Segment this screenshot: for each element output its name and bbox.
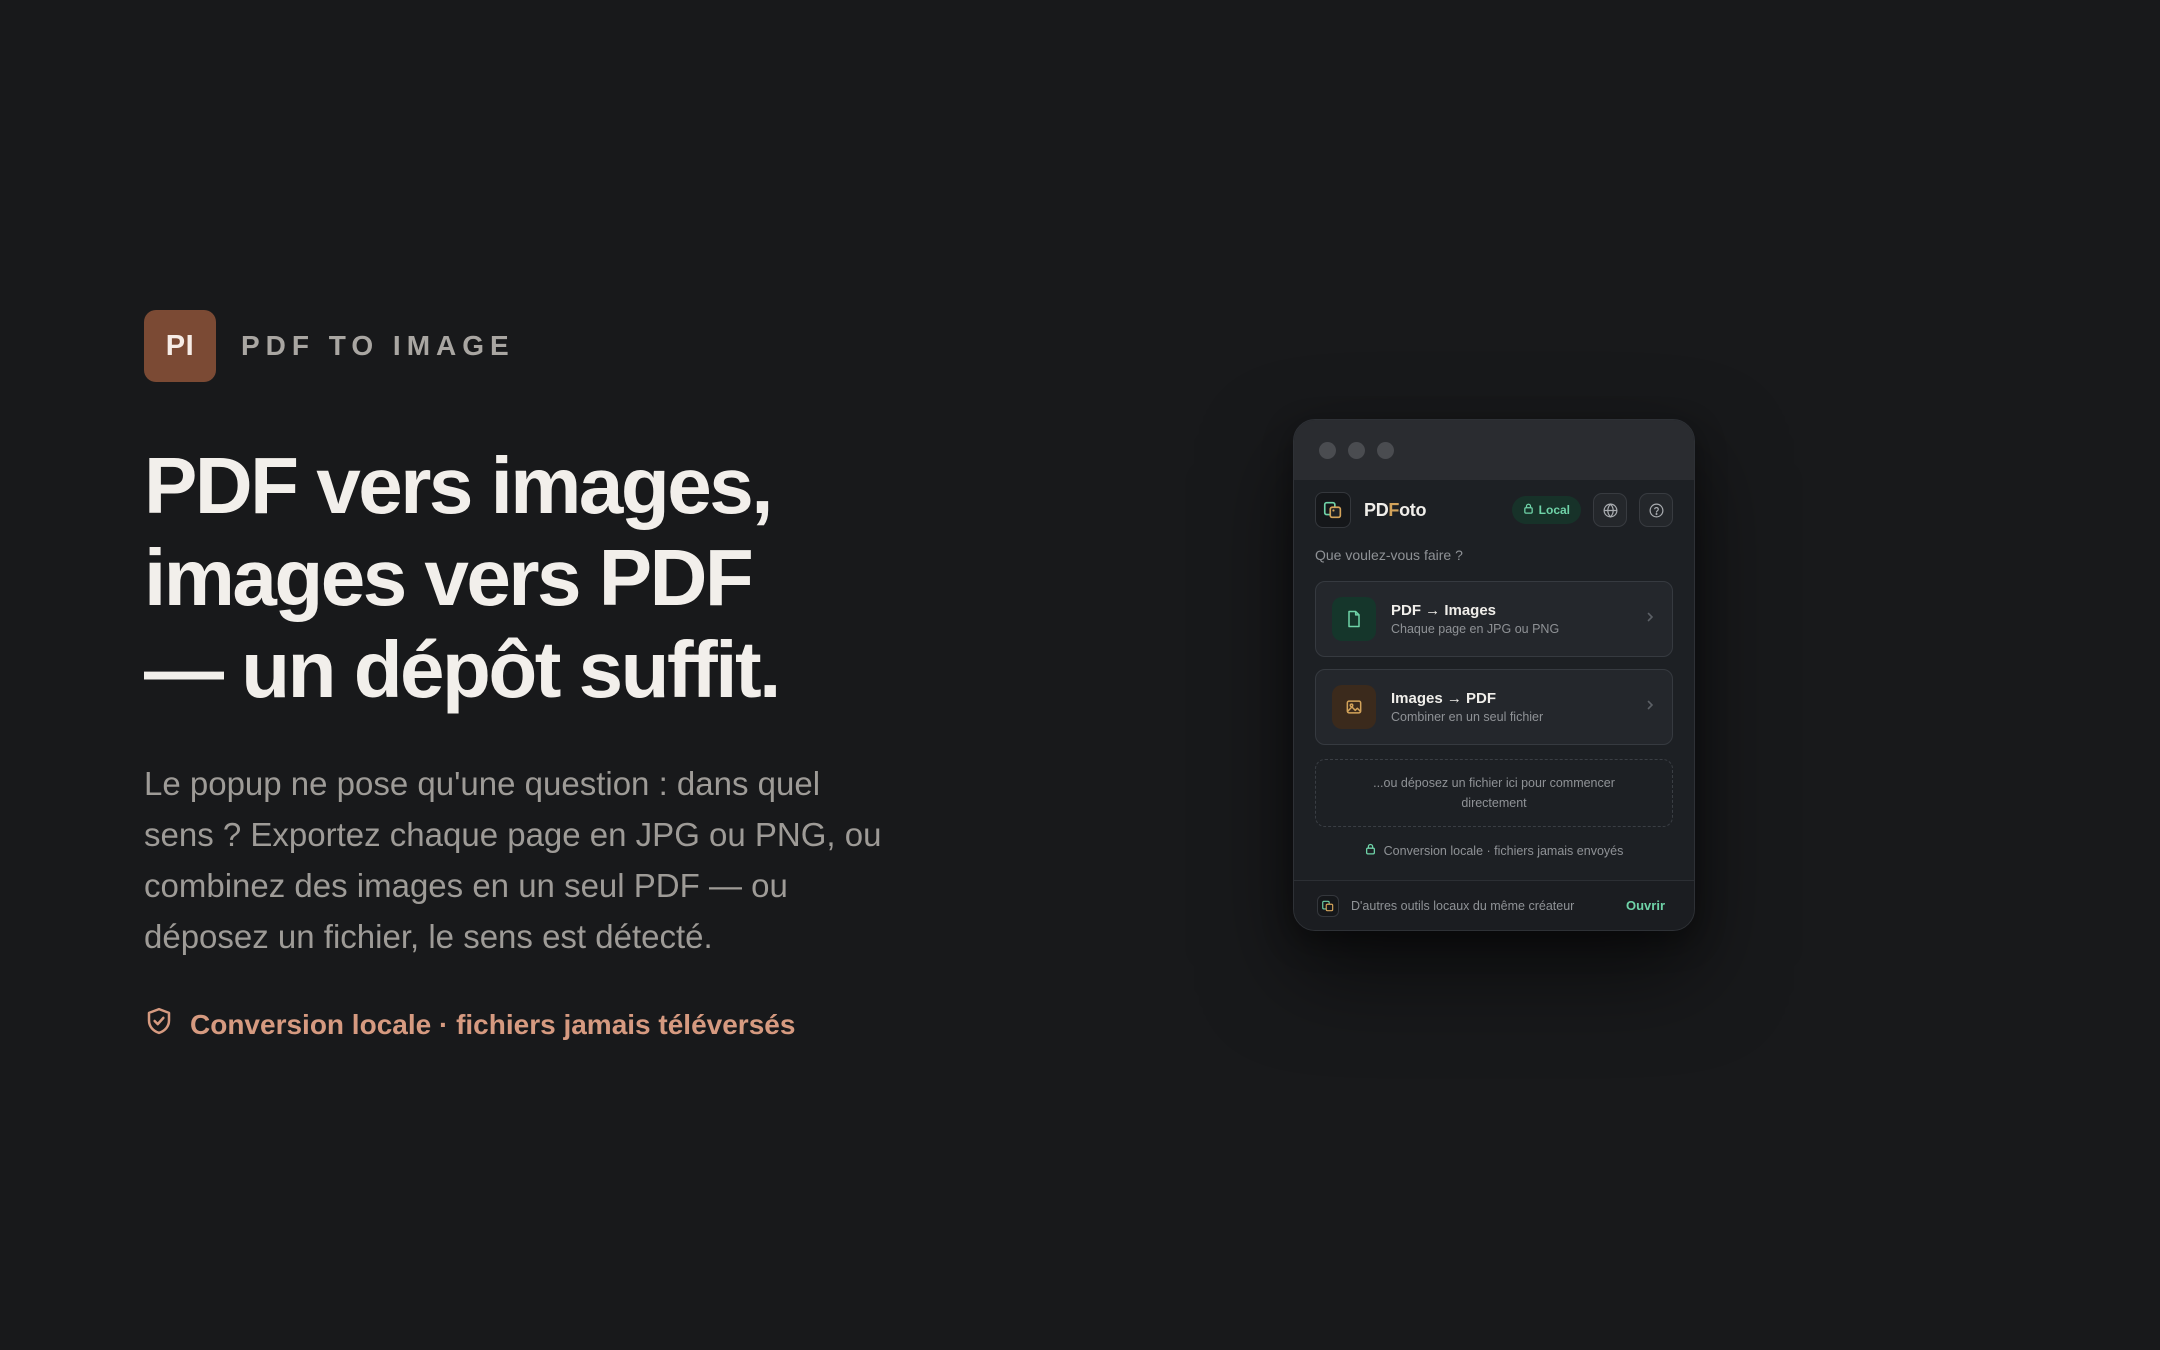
option-subtitle: Combiner en un seul fichier: [1391, 710, 1544, 724]
window-zoom-dot[interactable]: [1377, 441, 1394, 459]
app-name-prefix: PD: [1364, 499, 1389, 520]
language-button[interactable]: [1593, 493, 1627, 527]
help-circle-icon: [1649, 503, 1663, 517]
image-icon: [1332, 685, 1376, 729]
privacy-note-text: Conversion locale · fichiers jamais télé…: [190, 1008, 796, 1040]
footer-open-link[interactable]: Ouvrir: [1626, 898, 1665, 913]
brand-badge: PI: [144, 310, 216, 382]
headline-line-1: PDF vers images,: [144, 441, 774, 530]
chevron-right-icon: [1644, 698, 1656, 716]
app-logo-icon: [1315, 492, 1351, 528]
popup-window: PDFoto Local Que voulez-vous faire ? PDF…: [1293, 419, 1695, 931]
file-icon: [1332, 597, 1376, 641]
popup-footer: D'autres outils locaux du même créateur …: [1294, 880, 1694, 930]
headline: PDF vers images, images vers PDF — un dé…: [144, 440, 904, 716]
option-title: Images → PDF: [1391, 690, 1497, 707]
local-badge: Local: [1511, 496, 1581, 524]
app-name-suffix: oto: [1399, 499, 1427, 520]
window-minimize-dot[interactable]: [1348, 441, 1365, 459]
headline-line-3: — un dépôt suffit.: [144, 625, 781, 714]
app-name: PDFoto: [1364, 499, 1427, 521]
chevron-right-icon: [1644, 610, 1656, 628]
lock-icon: [1365, 843, 1376, 858]
help-button[interactable]: [1639, 493, 1673, 527]
popup-header: PDFoto Local: [1315, 490, 1673, 530]
option-images-to-pdf[interactable]: Images → PDF Combiner en un seul fichier: [1315, 669, 1673, 745]
file-dropzone[interactable]: ...ou déposez un fichier ici pour commen…: [1315, 759, 1673, 827]
window-close-dot[interactable]: [1319, 441, 1336, 459]
headline-line-2: images vers PDF: [144, 533, 754, 622]
popup-privacy-text: Conversion locale · fichiers jamais envo…: [1383, 843, 1624, 858]
lock-icon: [1523, 503, 1534, 517]
option-pdf-to-images[interactable]: PDF → Images Chaque page en JPG ou PNG: [1315, 581, 1673, 657]
window-titlebar: [1294, 420, 1694, 480]
globe-icon: [1603, 502, 1617, 518]
popup-question: Que voulez-vous faire ?: [1315, 547, 1463, 563]
brand-row: PI PDF TO IMAGE: [144, 310, 904, 382]
app-name-accent: F: [1388, 499, 1400, 520]
brand-name: PDF TO IMAGE: [241, 330, 515, 361]
footer-text: D'autres outils locaux du même créateur: [1351, 898, 1575, 913]
lead-paragraph: Le popup ne pose qu'une question : dans …: [144, 765, 882, 955]
popup-privacy-note: Conversion locale · fichiers jamais envo…: [1315, 843, 1673, 858]
local-badge-label: Local: [1538, 503, 1570, 517]
popup-body: PDFoto Local Que voulez-vous faire ? PDF…: [1294, 480, 1694, 858]
privacy-note: Conversion locale · fichiers jamais télé…: [144, 1006, 904, 1043]
shield-check-icon: [144, 1006, 174, 1043]
option-subtitle: Chaque page en JPG ou PNG: [1391, 622, 1560, 636]
option-title: PDF → Images: [1391, 602, 1497, 619]
hero-section: PI PDF TO IMAGE PDF vers images, images …: [144, 310, 904, 1043]
creator-logo-icon: [1317, 894, 1339, 917]
